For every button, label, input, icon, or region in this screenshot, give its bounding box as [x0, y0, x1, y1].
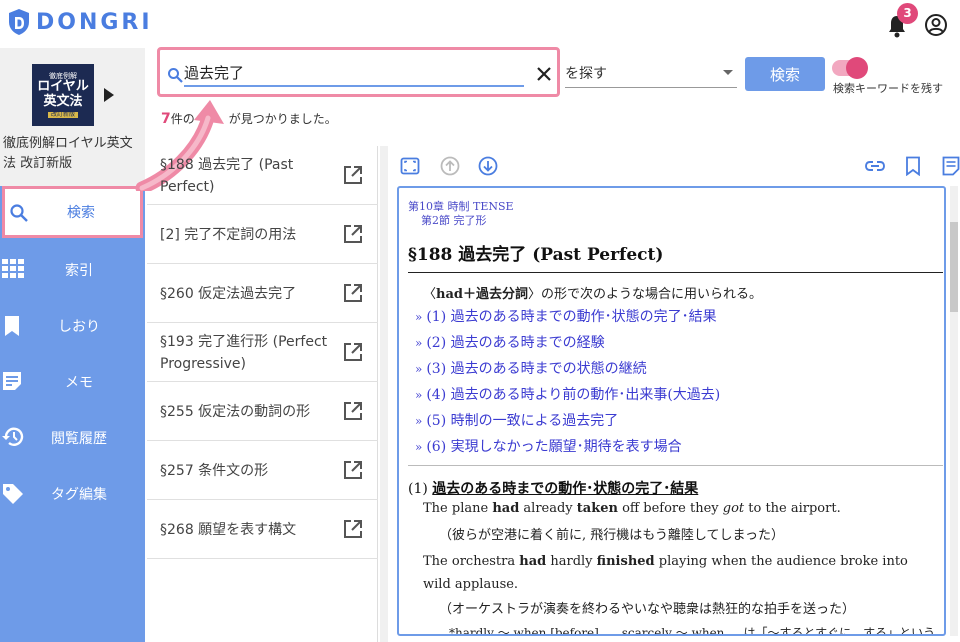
list-item[interactable]: §188 過去完了 (Past Perfect) [147, 146, 378, 205]
toc-link[interactable]: » (2) 過去のある時までの経験 [415, 330, 720, 356]
toc-links: » (1) 過去のある時までの動作･状態の完了･結果 » (2) 過去のある時までの… [415, 304, 720, 460]
divider [408, 465, 943, 466]
fit-screen-icon[interactable] [400, 156, 420, 176]
chevron-right-icon: » [415, 440, 423, 454]
open-external-icon[interactable] [343, 519, 363, 539]
sidebar-item-history[interactable]: 閲覧履歴 [0, 410, 145, 466]
intro-text: 〈had＋過去分詞〉の形で次のような場合に用いられる。 [423, 287, 763, 302]
app-name: DONGRI [36, 9, 153, 35]
chevron-right-icon: » [415, 388, 423, 402]
chevron-right-icon: » [415, 362, 423, 376]
app-logo[interactable]: DONGRI [8, 8, 153, 36]
example-translation: （彼らが空港に着く前に, 飛行機はもう離陸してしまった） [439, 528, 784, 543]
sidebar-nav: 検索 索引 しおり メモ 閲覧履歴 タグ編集 [0, 186, 145, 642]
open-external-icon[interactable] [343, 342, 363, 362]
section-label: 第2節 完了形 [421, 214, 487, 227]
detail-scrollbar[interactable] [950, 186, 958, 636]
sidebar-item-label: 索引 [65, 263, 93, 279]
scrollbar-thumb[interactable] [950, 222, 958, 312]
open-external-icon[interactable] [343, 401, 363, 421]
open-external-icon[interactable] [343, 224, 363, 244]
book-cover: 徹底例解 ロイヤル 英文法 改訂新版 [32, 64, 94, 126]
chevron-right-icon: » [415, 336, 423, 350]
result-label: §260 仮定法過去完了 [160, 286, 297, 302]
sidebar-item-label: 閲覧履歴 [51, 431, 107, 447]
chevron-right-icon: » [415, 310, 423, 324]
chevron-right-icon: » [415, 414, 423, 428]
arrow-up-circle-icon[interactable] [440, 156, 460, 176]
toc-link[interactable]: » (6) 実現しなかった願望･期待を表す場合 [415, 434, 720, 460]
note-text: *hardly ～ when [before] ..., scarcely ～ … [449, 626, 936, 636]
toc-link[interactable]: » (4) 過去のある時より前の動作･出来事(大過去) [415, 382, 720, 408]
sidebar-item-search[interactable]: 検索 [2, 186, 143, 238]
sidebar-item-memo[interactable]: メモ [0, 354, 145, 410]
detail-toolbar [390, 146, 960, 186]
result-label: §193 完了進行形 (Perfect Progressive) [160, 334, 328, 372]
memo-icon[interactable] [942, 156, 960, 176]
account-icon[interactable] [924, 13, 948, 37]
sidebar-item-label: メモ [65, 375, 93, 391]
sidebar-item-tag-edit[interactable]: タグ編集 [0, 466, 145, 522]
open-external-icon[interactable] [343, 165, 363, 185]
search-input[interactable] [184, 59, 524, 87]
toc-link[interactable]: » (3) 過去のある時までの状態の継続 [415, 356, 720, 382]
search-target-select[interactable]: を探す [565, 58, 737, 88]
result-list: §188 過去完了 (Past Perfect) [2] 完了不定詞の用法 §2… [147, 146, 378, 642]
sidebar-item-index[interactable]: 索引 [0, 242, 145, 298]
example-translation: （オーケストラが演奏を終わるやいなや聴衆は熱狂的な拍手を送った） [439, 602, 856, 617]
toc-link[interactable]: » (5) 時制の一致による過去完了 [415, 408, 720, 434]
sidebar-item-label: 検索 [67, 205, 95, 221]
keep-keyword-toggle[interactable] [832, 57, 868, 79]
list-item[interactable]: §257 条件文の形 [147, 441, 378, 500]
result-label: §268 願望を表す構文 [160, 522, 297, 538]
divider [408, 272, 943, 273]
result-label: §188 過去完了 (Past Perfect) [160, 157, 294, 195]
sidebar-item-label: しおり [58, 319, 100, 335]
toc-link[interactable]: » (1) 過去のある時までの動作･状態の完了･結果 [415, 304, 720, 330]
list-item[interactable]: §193 完了進行形 (Perfect Progressive) [147, 323, 378, 382]
notification-badge: 3 [897, 3, 918, 24]
search-target-value: を探す [565, 66, 607, 82]
search-button[interactable]: 検索 [745, 57, 825, 91]
list-item[interactable]: §260 仮定法過去完了 [147, 264, 378, 323]
open-external-icon[interactable] [343, 460, 363, 480]
keep-keyword-label: 検索キーワードを残す [833, 82, 943, 95]
detail-pane: 第10章 時制 TENSE 第2節 完了形 §188 過去完了 (Past Pe… [397, 186, 946, 636]
app-header: DONGRI 3 [0, 0, 960, 48]
list-item[interactable]: §255 仮定法の動詞の形 [147, 382, 378, 441]
result-label: [2] 完了不定詞の用法 [160, 227, 297, 243]
open-external-icon[interactable] [343, 283, 363, 303]
example-sentence: The plane had already taken off before t… [423, 501, 841, 516]
close-icon[interactable] [536, 66, 552, 82]
arrow-down-circle-icon[interactable] [478, 156, 498, 176]
play-icon[interactable] [104, 88, 114, 102]
search-icon [168, 68, 183, 83]
toggle-knob [846, 57, 868, 79]
shield-logo-icon [9, 9, 29, 35]
subsection-heading: (1) 過去のある時までの動作･状態の完了･結果 [408, 481, 699, 497]
result-list-scrollbar[interactable] [380, 146, 388, 642]
sidebar-item-bookmarks[interactable]: しおり [0, 298, 145, 354]
list-item[interactable]: [2] 完了不定詞の用法 [147, 205, 378, 264]
example-sentence: The orchestra had hardly finished playin… [423, 554, 908, 592]
book-selector[interactable]: 徹底例解 ロイヤル 英文法 改訂新版 [32, 64, 114, 126]
sidebar-item-label: タグ編集 [51, 487, 107, 503]
result-label: §257 条件文の形 [160, 463, 269, 479]
list-item[interactable]: §268 願望を表す構文 [147, 500, 378, 559]
chevron-down-icon [723, 70, 733, 75]
bookmark-icon[interactable] [904, 156, 922, 176]
search-box [157, 47, 560, 97]
article-title: §188 過去完了 (Past Perfect) [408, 245, 664, 265]
link-icon[interactable] [864, 156, 886, 176]
result-label: §255 仮定法の動詞の形 [160, 404, 311, 420]
